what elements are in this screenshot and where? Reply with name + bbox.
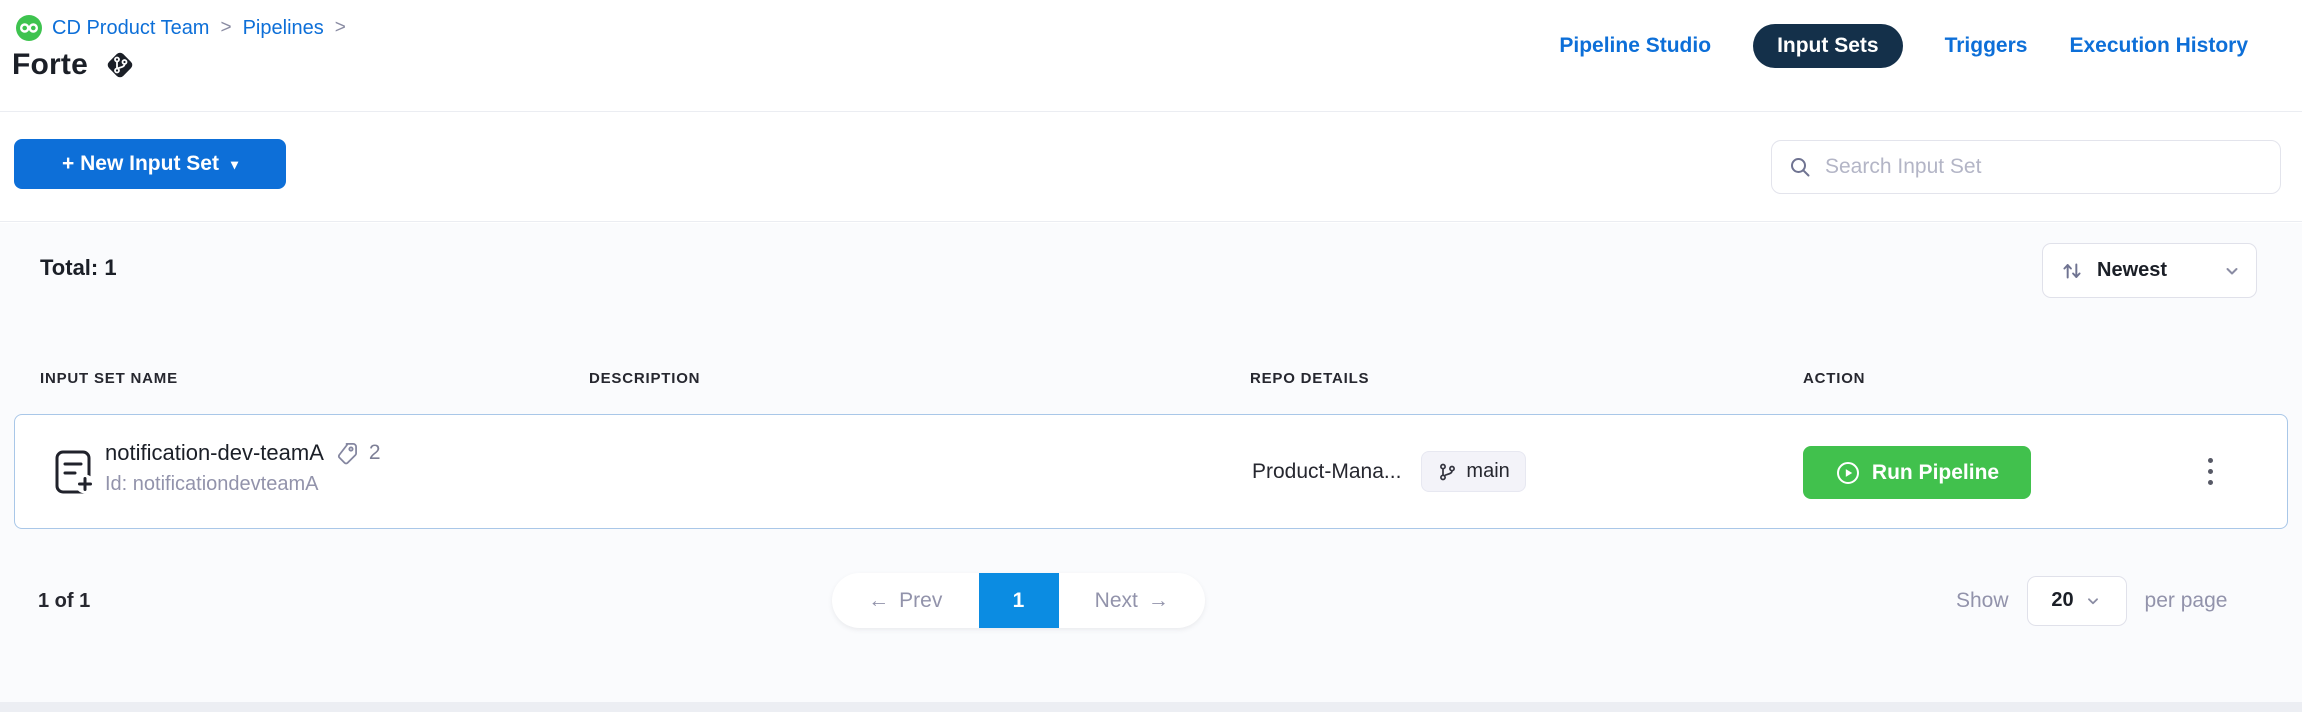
column-header-repo-details: REPO DETAILS: [1250, 370, 1369, 387]
play-circle-icon: [1835, 460, 1861, 486]
pipeline-tabs: Pipeline Studio Input Sets Triggers Exec…: [1559, 24, 2248, 68]
toolbar: + New Input Set ▾: [0, 113, 2302, 222]
title-row: Forte: [12, 48, 136, 82]
remote-pipeline-icon: [104, 49, 136, 81]
tab-pipeline-studio[interactable]: Pipeline Studio: [1559, 34, 1711, 58]
branch-badge: main: [1421, 451, 1525, 492]
repo-details-cell: Product-Mana... main: [1252, 415, 1526, 528]
next-label: Next: [1095, 589, 1138, 613]
column-header-action: ACTION: [1803, 370, 1865, 387]
tab-triggers[interactable]: Triggers: [1945, 34, 2028, 58]
breadcrumb: CD Product Team > Pipelines >: [16, 15, 347, 41]
page-size-value: 20: [2051, 589, 2073, 612]
sort-dropdown[interactable]: Newest: [2042, 243, 2257, 298]
column-header-input-set-name: INPUT SET NAME: [40, 370, 178, 387]
new-input-set-label: + New Input Set: [62, 152, 219, 176]
input-sets-page: CD Product Team > Pipelines > Forte Pipe…: [0, 0, 2302, 712]
next-page-button[interactable]: Next →: [1059, 573, 1206, 628]
column-header-description: DESCRIPTION: [589, 370, 700, 387]
arrow-right-icon: →: [1148, 589, 1169, 613]
caret-down-icon: ▾: [231, 157, 238, 171]
prev-page-button[interactable]: ← Prev: [832, 573, 979, 628]
per-page-label: per page: [2145, 589, 2228, 613]
content-area: Total: 1 Newest INPUT SET NAME DESCRIPTI…: [0, 223, 2302, 702]
page-range-label: 1 of 1: [38, 590, 90, 613]
run-pipeline-button[interactable]: Run Pipeline: [1803, 446, 2031, 499]
breadcrumb-separator: >: [334, 17, 347, 39]
input-set-row[interactable]: notification-dev-teamA 2 Id: notificatio…: [14, 414, 2288, 529]
input-set-name-cell: notification-dev-teamA 2 Id: notificatio…: [105, 440, 381, 496]
page-title: Forte: [12, 48, 88, 82]
input-set-id: Id: notificationdevteamA: [105, 473, 381, 496]
run-pipeline-label: Run Pipeline: [1872, 461, 1999, 485]
search-input[interactable]: [1825, 155, 2264, 179]
kebab-icon: [2208, 458, 2213, 463]
chevron-down-icon: [2084, 592, 2102, 610]
new-input-set-button[interactable]: + New Input Set ▾: [14, 139, 286, 189]
branch-name: main: [1466, 460, 1509, 483]
chevron-down-icon: [2222, 261, 2242, 281]
cd-module-icon: [16, 15, 42, 41]
pagination-control: ← Prev 1 Next →: [832, 573, 1205, 628]
show-label: Show: [1956, 589, 2009, 613]
repo-name: Product-Mana...: [1252, 460, 1401, 484]
prev-label: Prev: [899, 589, 942, 613]
row-menu-button[interactable]: [2180, 415, 2240, 528]
tab-input-sets[interactable]: Input Sets: [1753, 24, 1903, 68]
breadcrumb-item-project[interactable]: CD Product Team: [52, 17, 209, 40]
sort-arrows-icon: [2059, 258, 2085, 284]
git-branch-icon: [1437, 462, 1457, 482]
total-count-label: Total: 1: [40, 255, 117, 281]
search-box[interactable]: [1771, 140, 2281, 194]
tag-count: 2: [369, 441, 381, 465]
sort-value: Newest: [2097, 259, 2167, 282]
search-icon: [1788, 155, 1812, 179]
tab-execution-history[interactable]: Execution History: [2069, 34, 2248, 58]
input-set-name: notification-dev-teamA: [105, 440, 324, 466]
bottom-strip: [0, 702, 2302, 712]
page-size-control: Show 20 per page: [1956, 573, 2227, 628]
breadcrumb-separator: >: [219, 17, 232, 39]
page-size-select[interactable]: 20: [2027, 576, 2127, 626]
page-number-button[interactable]: 1: [979, 573, 1059, 628]
tag-icon: [334, 441, 359, 466]
arrow-left-icon: ←: [868, 589, 889, 613]
page-header: CD Product Team > Pipelines > Forte Pipe…: [0, 0, 2302, 112]
input-set-icon: [49, 447, 99, 502]
breadcrumb-item-pipelines[interactable]: Pipelines: [243, 17, 324, 40]
